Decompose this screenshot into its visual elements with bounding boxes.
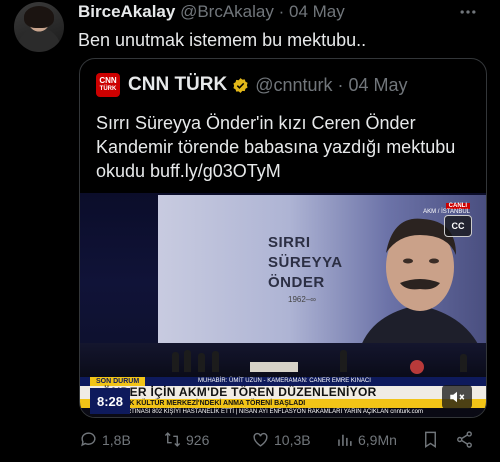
bookmark-button[interactable] — [421, 430, 444, 449]
retweet-icon — [164, 432, 181, 447]
bookmark-icon — [425, 431, 436, 448]
cnn-turk-logo[interactable]: CNN TÜRK — [96, 73, 120, 97]
quoted-header: CNN TÜRK CNN TÜRK @cnnturk · 04 May — [96, 73, 408, 97]
person-figure — [184, 350, 191, 372]
like-button[interactable]: 10,3B — [251, 430, 311, 449]
person-figure — [460, 354, 467, 372]
quoted-display-name[interactable]: CNN TÜRK — [128, 74, 227, 96]
author-handle[interactable]: @BrcAkalay — [180, 2, 274, 21]
screen-years: 1962–∞ — [288, 295, 316, 304]
logo-top-text: CNN — [99, 76, 117, 85]
reply-button[interactable]: 1,8B — [79, 430, 131, 449]
tribute-screen: SIRRI SÜREYYA ÖNDER 1962–∞ CANLI AKM / İ… — [158, 195, 486, 355]
mute-button[interactable] — [442, 385, 472, 409]
tweet-text: Ben unutmak istemem bu mektubu.. — [78, 30, 367, 50]
tweet-date[interactable]: · 04 May — [279, 2, 345, 21]
speaker-muted-icon — [450, 391, 465, 403]
views-icon — [338, 434, 352, 446]
person-figure — [172, 352, 179, 372]
heart-icon — [253, 432, 268, 447]
views-count: 6,9Mn — [358, 431, 397, 448]
stage — [80, 343, 486, 378]
share-button[interactable] — [455, 430, 478, 449]
screen-name: SIRRI SÜREYYA ÖNDER — [268, 233, 343, 293]
screen-name-line1: SIRRI — [268, 234, 311, 251]
quoted-tweet[interactable]: CNN TÜRK CNN TÜRK @cnnturk · 04 May Sırr… — [79, 58, 487, 418]
retweet-count: 926 — [186, 431, 210, 448]
news-ticker: 11:08 ● FIRTINASI 802 KİŞİYİ HASTANELİK … — [100, 409, 423, 415]
like-count: 10,3B — [274, 431, 311, 448]
logo-bottom-text: TÜRK — [99, 86, 117, 92]
screen-name-line3: ÖNDER — [268, 274, 325, 291]
verified-badge-icon — [233, 77, 248, 93]
author-avatar[interactable] — [14, 2, 64, 52]
person-figure — [340, 350, 347, 372]
video-player[interactable]: SIRRI SÜREYYA ÖNDER 1962–∞ CANLI AKM / İ… — [80, 193, 486, 417]
news-subheadline: ATATÜRK KÜLTÜR MERKEZİ'NDEKİ ANMA TÖRENİ… — [102, 400, 306, 407]
person-figure — [198, 353, 205, 372]
action-bar: 1,8B 926 10,3B 6,9Mn — [79, 430, 479, 454]
share-icon — [457, 431, 472, 448]
news-lower-third: SON DURUM MUHABİR: ÜMİT UZUN - KAMERAMAN… — [80, 377, 486, 417]
person-figure — [212, 351, 219, 372]
wreath — [410, 360, 424, 374]
video-time: 8:28 — [90, 388, 130, 414]
live-tag: CANLI AKM / İSTANBUL — [423, 203, 470, 215]
retweet-button[interactable]: 926 — [163, 430, 209, 449]
quoted-text: Sırrı Süreyya Önder'in kızı Ceren Önder … — [96, 113, 456, 181]
quoted-handle-date[interactable]: @cnnturk · 04 May — [255, 75, 407, 96]
more-dots-icon[interactable] — [458, 2, 478, 27]
stage-table — [250, 362, 298, 372]
screen-name-line2: SÜREYYA — [268, 254, 343, 271]
reply-icon — [81, 432, 96, 447]
reply-count: 1,8B — [102, 431, 131, 448]
views-button[interactable]: 6,9Mn — [335, 430, 397, 449]
news-headline: ÖNDER İÇİN AKM'DE TÖREN DÜZENLENİYOR — [102, 385, 377, 399]
author-display-name[interactable]: BirceAkalay — [78, 2, 175, 21]
tweet-header: BirceAkalay @BrcAkalay · 04 May — [78, 2, 345, 22]
captions-button[interactable]: CC — [444, 215, 472, 237]
